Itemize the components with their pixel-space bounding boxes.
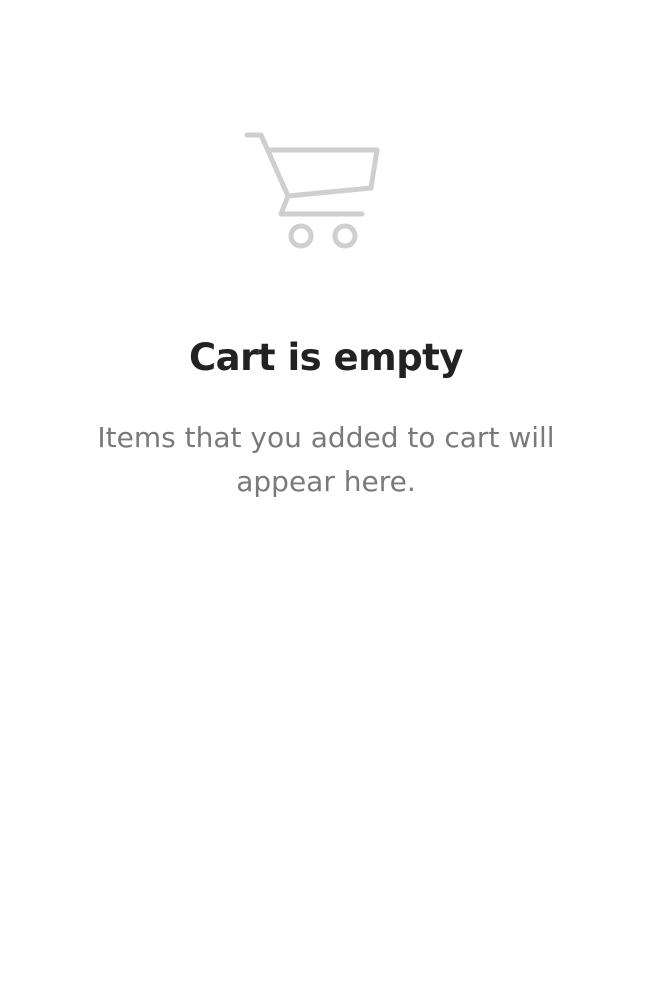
shopping-cart-icon [244,132,382,250]
empty-cart-message: Items that you added to cart will appear… [97,421,555,498]
empty-cart-state: Cart is empty Items that you added to ca… [0,0,652,986]
empty-cart-title: Cart is empty [189,336,463,379]
